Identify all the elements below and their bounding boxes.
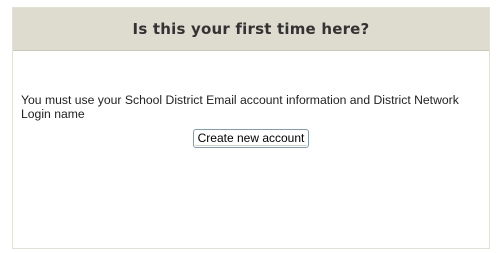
button-row: Create new account [21,129,481,148]
panel-body: You must use your School District Email … [13,51,489,148]
signup-panel: Is this your first time here? You must u… [12,7,490,249]
panel-title: Is this your first time here? [132,20,370,38]
info-message: You must use your School District Email … [21,93,459,121]
panel-header: Is this your first time here? [13,8,489,51]
create-account-button[interactable]: Create new account [192,129,310,148]
